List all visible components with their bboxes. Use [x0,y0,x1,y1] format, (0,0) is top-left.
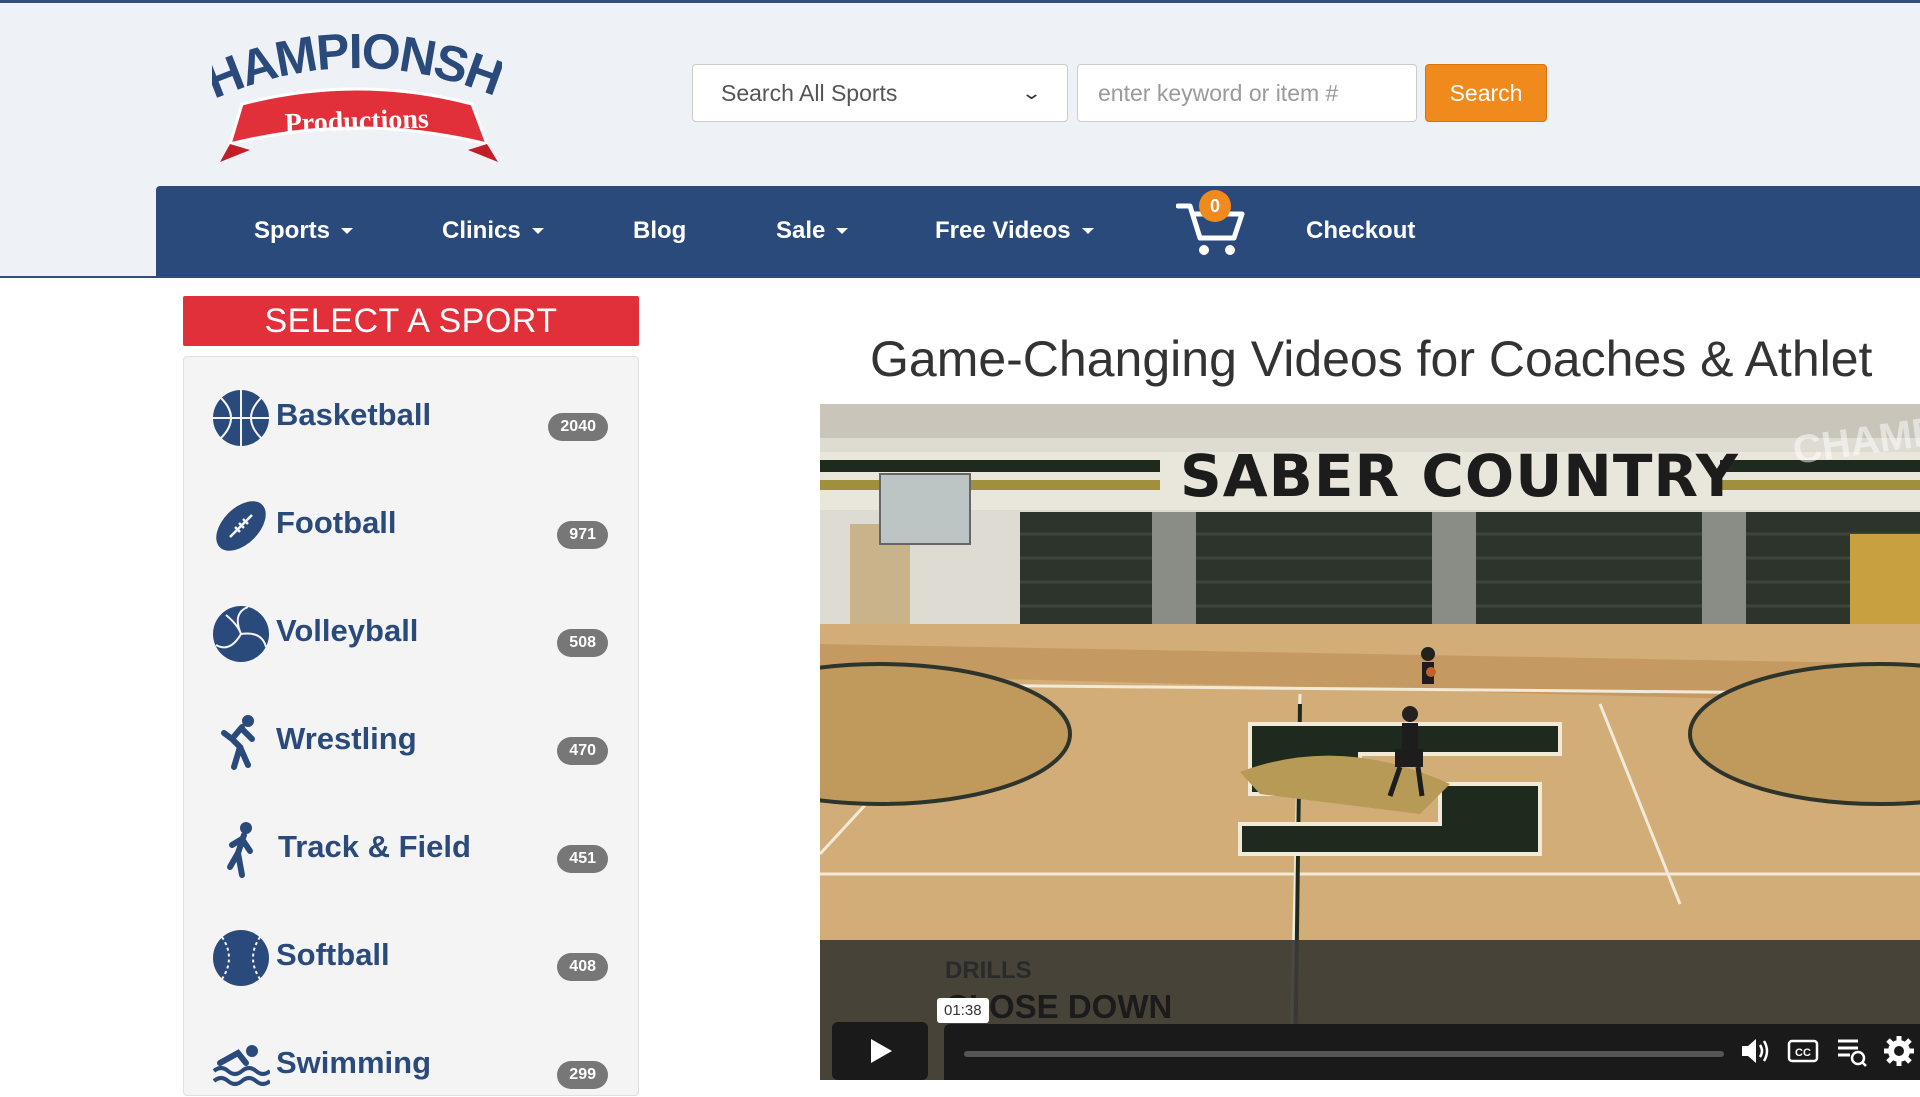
sport-item-wrestling[interactable]: Wrestling 470 [212,709,622,773]
sport-name: Football [276,505,397,540]
sport-item-volleyball[interactable]: Volleyball 508 [212,601,622,665]
wrestling-icon [221,715,255,770]
nav-blog[interactable]: Blog [633,186,686,276]
search-button[interactable]: Search [1425,64,1547,122]
sport-item-basketball[interactable]: Basketball 2040 [212,385,622,449]
cart-count-badge: 0 [1199,190,1231,222]
sport-name: Track & Field [278,829,471,864]
sport-name: Softball [276,937,390,972]
sport-count-badge: 971 [557,521,608,549]
nav-sale-label: Sale [776,217,826,244]
timestamp-tooltip: 01:38 [937,998,989,1023]
video-progress-bar[interactable] [964,1051,1724,1057]
nav-sports-label: Sports [254,217,331,244]
sport-count-badge: 470 [557,737,608,765]
sport-name: Wrestling [276,721,417,756]
championship-productions-logo[interactable]: CHAMPIONSHIP Productions [195,0,511,169]
sport-category-select[interactable]: Search All Sports ⌄ [692,64,1068,122]
settings-gear-icon[interactable] [1882,1034,1916,1068]
volume-icon[interactable] [1738,1034,1772,1068]
caret-down-icon [1081,228,1094,234]
caret-down-icon [531,228,544,234]
main-nav: Sports Clinics Blog Sale Free Videos Che… [156,186,1920,276]
sport-item-softball[interactable]: Softball 408 [212,925,622,989]
nav-sports[interactable]: Sports [254,186,354,276]
closed-captions-icon[interactable]: CC [1786,1034,1820,1068]
keyword-search-input[interactable] [1077,64,1417,122]
nav-free-videos-label: Free Videos [935,217,1071,244]
nav-sale[interactable]: Sale [776,186,849,276]
sport-name: Volleyball [276,613,419,648]
sport-category-value: Search All Sports [721,79,898,106]
svg-text:CC: CC [1795,1047,1811,1059]
nav-checkout[interactable]: Checkout [1306,186,1415,276]
sport-name: Swimming [276,1045,432,1080]
sport-count-badge: 451 [557,845,608,873]
sport-item-football[interactable]: Football 971 [212,493,622,557]
sport-name: Basketball [276,397,432,432]
sport-count-badge: 299 [557,1061,608,1089]
play-icon [871,1039,892,1063]
nav-checkout-label: Checkout [1306,217,1416,244]
sport-item-track-field[interactable]: Track & Field 451 [212,817,622,881]
basketball-icon [213,390,269,446]
sport-item-swimming[interactable]: Swimming 299 [212,1033,622,1097]
nav-clinics-label: Clinics [442,217,521,244]
football-icon [216,501,266,551]
volleyball-icon [213,606,269,662]
play-button[interactable] [832,1022,928,1080]
video-player[interactable]: CHAMPIO SABER COUNTRY DRILLS CLOSE DOWN … [820,404,1920,1080]
caption-category: DRILLS [945,957,1032,984]
nav-clinics[interactable]: Clinics [442,186,544,276]
header-divider [0,276,1920,278]
nav-blog-label: Blog [633,217,687,244]
select-sport-header: SELECT A SPORT [183,296,639,346]
swimmer-icon [212,1045,270,1086]
runner-icon [227,822,253,878]
sport-count-badge: 508 [557,629,608,657]
caret-down-icon [836,228,849,234]
caret-down-icon [341,228,354,234]
svg-text:Productions: Productions [284,103,429,139]
video-banner-text: SABER COUNTRY [1180,442,1739,510]
chapters-icon[interactable] [1834,1034,1868,1068]
softball-icon [213,930,269,986]
page-title: Game-Changing Videos for Coaches & Athle… [870,331,1873,387]
sport-list: Basketball 2040 Football 971 Volleyball … [183,356,639,1096]
chevron-down-icon: ⌄ [1020,82,1043,103]
sport-count-badge: 2040 [548,413,608,441]
nav-free-videos[interactable]: Free Videos [935,186,1094,276]
sport-count-badge: 408 [557,953,608,981]
